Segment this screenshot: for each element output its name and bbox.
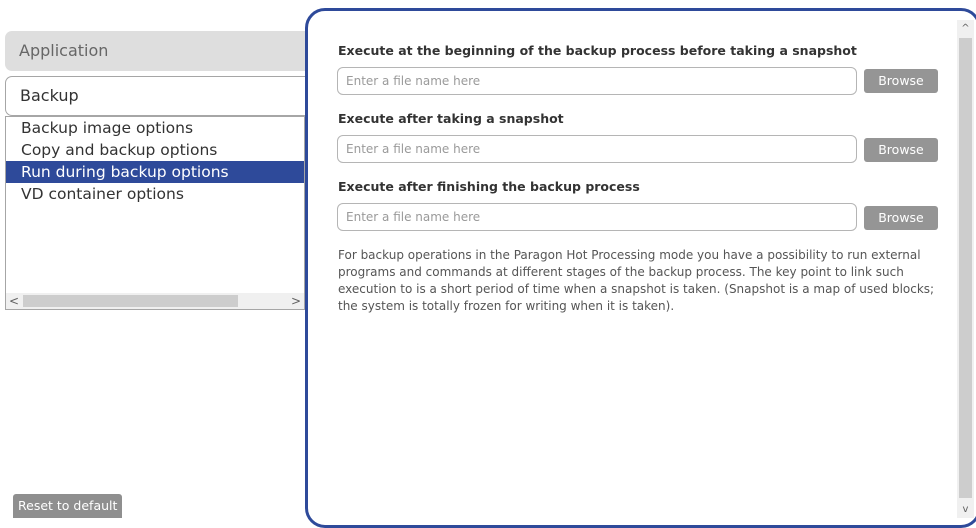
after-snapshot-file-input[interactable] [337,135,857,163]
horizontal-scroll-thumb[interactable] [23,295,238,307]
before-snapshot-file-input[interactable] [337,67,857,95]
vertical-scroll-thumb[interactable] [959,38,972,498]
after-backup-file-input[interactable] [337,203,857,231]
section-after-backup-label: Execute after finishing the backup proce… [338,179,640,194]
list-item-vd-container-options[interactable]: VD container options [6,183,304,205]
vertical-scrollbar[interactable]: ^ v [957,20,974,518]
scroll-right-icon[interactable]: > [288,293,304,309]
category-application[interactable]: Application [5,31,316,71]
reset-to-default-button[interactable]: Reset to default [13,494,123,518]
scroll-down-icon[interactable]: v [957,501,974,518]
browse-button-before-snapshot[interactable]: Browse [864,69,938,93]
category-backup[interactable]: Backup [5,76,316,116]
section-after-snapshot-label: Execute after taking a snapshot [338,111,564,126]
browse-button-after-backup[interactable]: Browse [864,206,938,230]
backup-options-list: Backup image options Copy and backup opt… [5,116,305,310]
hot-processing-description: For backup operations in the Paragon Hot… [338,248,935,313]
section-before-snapshot-label: Execute at the beginning of the backup p… [338,43,857,58]
list-item-run-during-backup-options[interactable]: Run during backup options [6,161,304,183]
scroll-left-icon[interactable]: < [6,293,22,309]
horizontal-scrollbar[interactable]: < > [6,293,304,309]
list-item-copy-and-backup-options[interactable]: Copy and backup options [6,139,304,161]
category-backup-label: Backup [20,86,79,105]
scroll-up-icon[interactable]: ^ [957,20,974,37]
browse-button-after-snapshot[interactable]: Browse [864,138,938,162]
list-item-backup-image-options[interactable]: Backup image options [6,117,304,139]
category-application-label: Application [19,41,109,60]
